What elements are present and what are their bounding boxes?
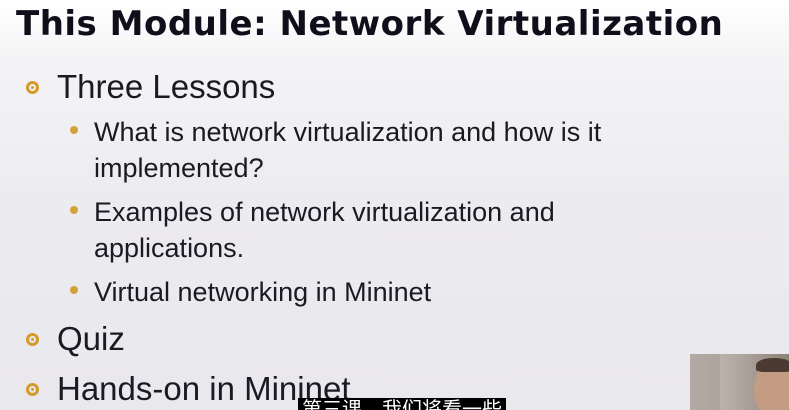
slide: This Module: Network Virtualization Thre…: [0, 0, 789, 410]
ring-bullet-icon: [26, 382, 39, 396]
slide-title: This Module: Network Virtualization: [16, 4, 724, 44]
dot-bullet-icon: [70, 206, 78, 214]
bullet-text: Three Lessons: [57, 68, 276, 105]
sub-bullet-line: Examples of network virtualization and: [94, 197, 555, 227]
ring-bullet-icon: [26, 80, 39, 94]
bullet-text: Quiz: [57, 320, 125, 357]
presenter-webcam: [690, 354, 789, 410]
bullet-quiz: Quiz: [26, 320, 125, 358]
sub-bullet-line: Virtual networking in Mininet: [94, 277, 432, 307]
sub-bullet-line: What is network virtualization and how i…: [94, 117, 602, 147]
sub-bullet-line: implemented?: [94, 153, 264, 183]
dot-bullet-icon: [70, 286, 78, 294]
sub-bullet-line: applications.: [94, 233, 245, 263]
ring-bullet-icon: [26, 332, 39, 346]
presenter-hair: [756, 358, 789, 372]
webcam-background: [690, 354, 720, 410]
dot-bullet-icon: [70, 126, 78, 134]
video-subtitle: 第三课，我们将看一些: [298, 398, 506, 410]
bullet-three-lessons: Three Lessons: [26, 68, 275, 106]
